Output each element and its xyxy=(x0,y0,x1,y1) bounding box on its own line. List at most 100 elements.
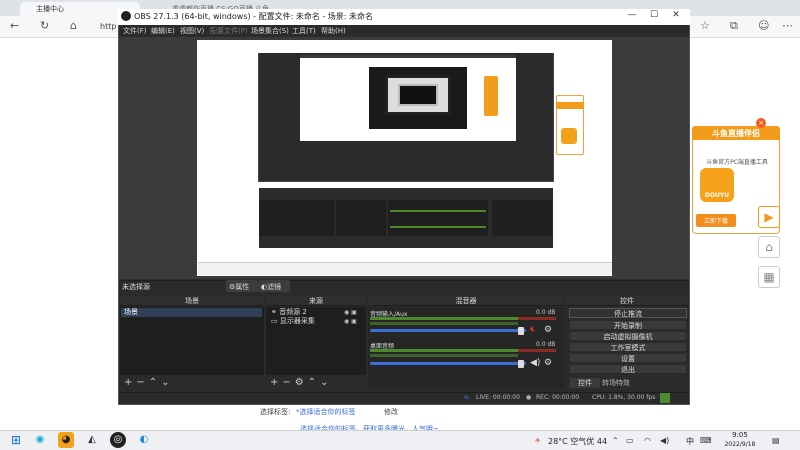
volume-meter xyxy=(370,349,518,352)
tag-edit-link[interactable]: 修改 xyxy=(384,407,398,417)
menu-profile[interactable]: 配置文件(P) xyxy=(210,26,248,36)
volume-slider-handle[interactable] xyxy=(518,327,524,335)
show-hidden-icons[interactable]: ⌃ xyxy=(612,436,619,445)
source-toolbar xyxy=(119,280,689,294)
menu-file[interactable]: 文件(F) xyxy=(123,26,147,36)
play-icon[interactable]: ▶ xyxy=(758,206,780,228)
speaker-tray-icon[interactable]: ◀) xyxy=(660,436,669,445)
home-icon[interactable]: ⌂ xyxy=(70,19,77,32)
eye-icon[interactable]: ◉ xyxy=(344,309,349,316)
wifi-icon[interactable]: ◠ xyxy=(644,436,651,445)
edge-icon[interactable]: ◐ xyxy=(136,432,152,448)
weather-status[interactable]: 28°C 空气优 44 xyxy=(548,436,607,447)
douyu-app-icon[interactable]: ◕ xyxy=(58,432,74,448)
source-item-label: 显示器采集 xyxy=(279,317,315,325)
source-settings-icon[interactable]: ⚙ xyxy=(295,377,308,388)
properties-button[interactable]: ⚙属性 xyxy=(226,280,258,292)
clock-date[interactable]: 2022/9/18 xyxy=(716,441,764,448)
studio-mode-button[interactable]: 工作室模式 xyxy=(569,342,687,352)
douyu-ad-banner: 斗鱼直播伴侣 xyxy=(692,126,780,140)
minimize-icon[interactable]: — xyxy=(622,10,642,24)
nested-sources-dock xyxy=(336,200,386,236)
home-side-icon[interactable]: ⌂ xyxy=(758,236,780,258)
volume-slider-handle[interactable] xyxy=(518,360,524,368)
filters-button[interactable]: ◐滤镜 xyxy=(258,280,290,292)
input-language[interactable]: 中 xyxy=(686,436,694,447)
nested-ad-strip xyxy=(484,76,498,116)
refresh-icon[interactable]: ↻ xyxy=(40,19,49,32)
channel-settings-icon[interactable]: ⚙ xyxy=(544,358,552,368)
lock-icon[interactable]: ▣ xyxy=(351,309,357,316)
start-recording-button[interactable]: 开始录制 xyxy=(569,320,687,330)
nested-scenes-dock xyxy=(259,200,334,236)
volume-slider[interactable] xyxy=(370,329,526,332)
volume-meter xyxy=(370,317,518,320)
remove-scene-icon[interactable]: − xyxy=(136,377,148,388)
source-visibility-lock[interactable]: ◉ ▣ xyxy=(344,308,364,317)
channel-settings-icon[interactable]: ⚙ xyxy=(544,325,552,335)
favorites-icon[interactable]: ☆ xyxy=(700,19,710,32)
start-virtual-camera-button[interactable]: 启动虚拟摄像机 xyxy=(569,331,687,341)
nested-meter xyxy=(390,226,486,228)
menu-help[interactable]: 帮助(H) xyxy=(321,26,346,36)
settings-button[interactable]: 设置 xyxy=(569,353,687,363)
obs-taskbar-icon[interactable]: ◎ xyxy=(110,432,126,448)
remove-source-icon[interactable]: − xyxy=(282,377,294,388)
tag-hint: *选择适合你的标签 xyxy=(296,408,356,416)
stop-streaming-button[interactable]: 停止推流 xyxy=(569,308,687,318)
obs-menubar xyxy=(119,25,689,37)
maximize-icon[interactable]: ☐ xyxy=(644,10,664,24)
muted-speaker-icon[interactable]: 🔇︎ xyxy=(530,325,536,335)
menu-edit[interactable]: 编辑(E) xyxy=(151,26,175,36)
tab-controls[interactable]: 控件 xyxy=(570,378,600,388)
add-scene-icon[interactable]: + xyxy=(124,377,136,388)
record-icon: ● xyxy=(526,394,532,401)
volume-meter xyxy=(370,322,518,325)
close-icon[interactable]: ✕ xyxy=(666,10,686,24)
monitor-icon: ▭ xyxy=(271,317,280,325)
menu-view[interactable]: 视图(V) xyxy=(180,26,204,36)
address-bar[interactable]: http xyxy=(100,20,120,34)
lock-icon[interactable]: ▣ xyxy=(351,318,357,325)
more-icon[interactable]: ⋯ xyxy=(782,19,793,32)
mixer-dock-header: 混音器 xyxy=(368,296,564,306)
sources-toolbar: +−⚙⌃⌄ xyxy=(266,376,366,390)
collections-icon[interactable]: ⧉ xyxy=(730,19,738,33)
weather-icon: ☀ xyxy=(534,436,542,445)
volume-meter-peak xyxy=(518,317,556,320)
gift-icon[interactable]: ▦ xyxy=(758,266,780,288)
volume-slider[interactable] xyxy=(370,362,526,365)
nested-douyu-logo xyxy=(561,128,577,144)
nested-douyu-banner xyxy=(556,102,584,109)
tab-scene-transitions[interactable]: 转场特效 xyxy=(600,378,632,388)
source-item-label: 音频源 2 xyxy=(279,308,307,316)
move-down-icon[interactable]: ⌄ xyxy=(320,377,332,388)
start-icon[interactable]: ⊞ xyxy=(8,432,24,448)
move-up-icon[interactable]: ⌃ xyxy=(149,377,161,388)
menu-tools[interactable]: 工具(T) xyxy=(292,26,316,36)
eye-icon[interactable]: ◉ xyxy=(344,318,349,325)
speaker-icon[interactable]: ◀) xyxy=(530,358,540,368)
notification-icon[interactable]: ▤ xyxy=(772,436,780,445)
douyu-download-button[interactable]: 立即下载 xyxy=(696,214,736,227)
nested-taskbar xyxy=(198,262,612,275)
app-icon[interactable]: ◭ xyxy=(84,432,100,448)
menu-scene-collection[interactable]: 场景集合(S) xyxy=(251,26,289,36)
no-source-label: 未选择源 xyxy=(122,283,150,291)
obs-window-title: OBS 27.1.3 (64-bit, windows) - 配置文件: 未命名… xyxy=(134,12,374,21)
move-down-icon[interactable]: ⌄ xyxy=(161,377,173,388)
scene-item[interactable]: 场景 xyxy=(121,308,262,317)
stream-health-indicator xyxy=(660,393,670,403)
profile-icon[interactable]: ☺ xyxy=(758,19,769,32)
douyu-logo: DOUYU xyxy=(700,168,734,202)
input-method-icon[interactable]: ⌨ xyxy=(700,436,712,445)
clock-time[interactable]: 9:05 xyxy=(720,431,760,439)
network-tray-icon[interactable]: ▭ xyxy=(626,436,634,445)
add-source-icon[interactable]: + xyxy=(270,377,282,388)
app-icon[interactable]: ◉ xyxy=(32,432,48,448)
source-visibility-lock[interactable]: ◉ ▣ xyxy=(344,317,364,326)
back-icon[interactable]: ← xyxy=(10,19,19,32)
ad-close-icon[interactable]: × xyxy=(756,118,766,128)
move-up-icon[interactable]: ⌃ xyxy=(308,377,320,388)
exit-button[interactable]: 退出 xyxy=(569,364,687,374)
